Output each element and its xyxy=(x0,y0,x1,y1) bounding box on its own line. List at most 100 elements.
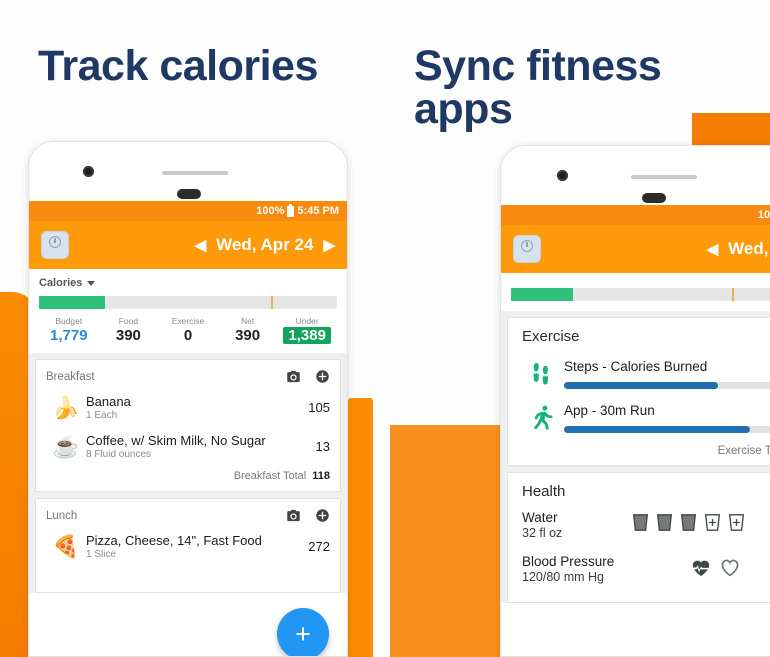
plus-circle-icon[interactable] xyxy=(315,508,330,523)
pizza-icon: 🍕 xyxy=(52,533,80,559)
meal-card-breakfast: Breakfast 🍌 Banana 1 Each 105 ☕ Coffee, … xyxy=(35,359,341,492)
proximity-sensor-icon xyxy=(177,189,201,199)
calories-progress-bar xyxy=(39,296,337,309)
stat-food: Food 390 xyxy=(99,316,159,345)
health-card: Health Water 32 fl oz Blood Pressure 120… xyxy=(507,472,770,603)
battery-icon xyxy=(287,203,295,217)
exercise-progress-bar xyxy=(564,426,770,433)
plus-icon: + xyxy=(295,618,311,649)
calories-progress-fill xyxy=(39,296,105,309)
heart-pulse-icon xyxy=(692,560,710,577)
water-cup-empty-icon[interactable] xyxy=(704,513,721,532)
calories-summary-panel-right xyxy=(501,273,770,311)
food-calories-label: 272 xyxy=(308,539,330,554)
food-calories-label: 13 xyxy=(315,439,330,454)
current-date-label[interactable]: Wed, Apr 24 xyxy=(216,235,313,255)
app-bar-left: ◀ Wed, Apr 24 ▶ xyxy=(29,221,347,269)
health-title-label: Health xyxy=(522,483,566,500)
heading-track-calories: Track calories xyxy=(38,42,318,90)
scale-icon[interactable] xyxy=(513,235,541,263)
water-cups-tracker[interactable] xyxy=(632,510,745,532)
current-date-label[interactable]: Wed, Apr 2 xyxy=(728,239,770,259)
stat-budget: Budget 1,779 xyxy=(39,316,99,345)
calories-summary-panel: Calories Budget 1,779 Food 390 Exercise … xyxy=(29,269,347,353)
food-item-row[interactable]: 🍕 Pizza, Cheese, 14", Fast Food 1 Slice … xyxy=(36,529,340,568)
calories-budget-tick xyxy=(731,288,734,301)
decorative-orange-bar-foot xyxy=(344,475,373,657)
stat-exercise: Exercise 0 xyxy=(158,316,218,345)
clock-label: 5:45 PM xyxy=(297,205,339,217)
health-row-blood-pressure[interactable]: Blood Pressure 120/80 mm Hg xyxy=(508,544,770,588)
battery-percent-label: 100% xyxy=(757,209,770,221)
food-calories-label: 105 xyxy=(308,400,330,415)
earpiece-speaker-icon xyxy=(631,175,697,179)
status-bar-right: 100% xyxy=(501,205,770,225)
proximity-sensor-icon xyxy=(642,193,666,203)
calories-dropdown[interactable]: Calories xyxy=(39,277,337,289)
exercise-row[interactable]: App - 30m Run xyxy=(508,395,770,439)
phone-bezel-top-right xyxy=(501,146,770,205)
water-cup-filled-icon[interactable] xyxy=(680,513,697,532)
exercise-card: Exercise Steps - Calories Burned App - 3… xyxy=(507,317,770,466)
camera-icon[interactable] xyxy=(286,508,301,523)
app-screen-right: Exercise Steps - Calories Burned App - 3… xyxy=(501,273,770,603)
meal-title-label: Lunch xyxy=(46,509,78,522)
stat-value: 0 xyxy=(183,327,193,344)
health-name-label: Blood Pressure xyxy=(522,554,615,569)
footsteps-icon xyxy=(522,359,564,389)
coffee-icon: ☕ xyxy=(52,433,80,459)
exercise-progress-fill xyxy=(564,426,751,433)
chevron-right-icon[interactable]: ▶ xyxy=(323,236,335,254)
exercise-name-label: App - 30m Run xyxy=(564,403,655,418)
meal-total-value: 118 xyxy=(312,470,330,482)
chevron-left-icon[interactable]: ◀ xyxy=(707,240,719,258)
exercise-title-label: Exercise xyxy=(522,328,580,345)
water-cup-filled-icon[interactable] xyxy=(632,513,649,532)
food-name-label: Pizza, Cheese, 14", Fast Food xyxy=(86,533,262,548)
calories-budget-tick xyxy=(271,296,274,309)
food-name-label: Banana xyxy=(86,394,131,409)
exercise-progress-fill xyxy=(564,382,718,389)
health-value-label: 120/80 mm Hg xyxy=(522,570,604,584)
food-serving-label: 1 Slice xyxy=(86,549,117,560)
stat-value: 1,779 xyxy=(50,327,88,344)
health-row-water[interactable]: Water 32 fl oz xyxy=(508,506,770,544)
food-item-row[interactable]: ☕ Coffee, w/ Skim Milk, No Sugar 8 Fluid… xyxy=(36,429,340,468)
date-navigator: ◀ Wed, Apr 2 xyxy=(707,239,770,259)
scale-icon[interactable] xyxy=(41,231,69,259)
date-navigator: ◀ Wed, Apr 24 ▶ xyxy=(195,235,335,255)
stat-label: Food xyxy=(118,316,139,326)
stat-value: 390 xyxy=(235,327,261,344)
exercise-row[interactable]: Steps - Calories Burned xyxy=(508,351,770,395)
health-name-label: Water xyxy=(522,510,558,525)
exercise-total-label: Exercise Total xyxy=(717,445,770,457)
exercise-name-label: Steps - Calories Burned xyxy=(564,359,708,374)
phone-bezel-top-left xyxy=(29,142,347,201)
calories-progress-bar xyxy=(511,288,770,301)
stat-value-badge: 1,389 xyxy=(283,327,331,344)
exercise-progress-bar xyxy=(564,382,770,389)
stat-value: 390 xyxy=(115,327,141,344)
food-serving-label: 1 Each xyxy=(86,410,118,421)
camera-icon[interactable] xyxy=(286,369,301,384)
stat-label: Net xyxy=(240,316,255,326)
add-entry-fab[interactable]: + xyxy=(277,608,329,656)
heart-outline-icon xyxy=(721,559,739,577)
blood-pressure-icons[interactable] xyxy=(632,554,741,577)
plus-circle-icon[interactable] xyxy=(315,369,330,384)
meal-card-lunch: Lunch 🍕 Pizza, Cheese, 14", Fast Food 1 … xyxy=(35,498,341,593)
meal-title-label: Breakfast xyxy=(46,370,95,383)
chevron-left-icon[interactable]: ◀ xyxy=(195,236,207,254)
phone-mockup-left: 100% 5:45 PM ◀ Wed, Apr 24 ▶ Calories Bu… xyxy=(28,141,348,657)
front-camera-icon xyxy=(83,166,94,177)
stat-label: Budget xyxy=(55,316,83,326)
water-cup-filled-icon[interactable] xyxy=(656,513,673,532)
food-item-row[interactable]: 🍌 Banana 1 Each 105 xyxy=(36,390,340,429)
health-value-label: 32 fl oz xyxy=(522,526,563,540)
chevron-down-icon[interactable] xyxy=(87,280,96,286)
calories-title-label: Calories xyxy=(39,277,83,289)
meal-card-header: Lunch xyxy=(36,499,340,529)
promo-banner: Track calories Sync fitness apps 100% 5:… xyxy=(0,0,770,657)
app-bar-right: ◀ Wed, Apr 2 xyxy=(501,225,770,273)
water-cup-empty-icon[interactable] xyxy=(728,513,745,532)
